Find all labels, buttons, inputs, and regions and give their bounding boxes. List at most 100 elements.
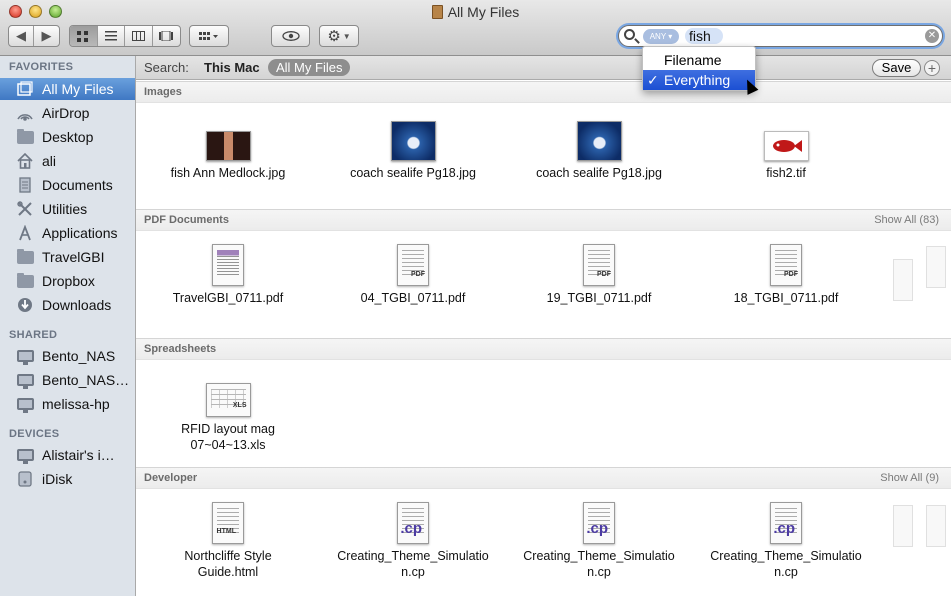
list-view-button[interactable] <box>98 26 125 46</box>
more-developer-stack-icon[interactable] <box>893 505 913 547</box>
file-name: 19_TGBI_0711.pdf <box>546 291 652 305</box>
sidebar-item-label: Dropbox <box>42 273 95 289</box>
more-developer-stack-icon[interactable] <box>926 505 946 547</box>
file-item[interactable]: PDF 18_TGBI_0711.pdf <box>696 244 876 306</box>
pdf-document-icon: PDF <box>583 244 615 286</box>
folder-icon <box>16 272 34 290</box>
cp-badge: .cp <box>773 520 795 537</box>
sidebar-item-label: Utilities <box>42 201 88 217</box>
file-name: coach sealife Pg18.jpg <box>536 166 662 180</box>
display-icon <box>16 347 34 365</box>
sidebar-item-label: iDisk <box>42 471 73 487</box>
file-item[interactable]: HTML Northcliffe Style Guide.html <box>138 502 318 580</box>
sidebar-item-all-my-files[interactable]: All My Files <box>0 78 135 100</box>
search-field[interactable]: ANY ▾ fish ✕ <box>618 25 943 47</box>
sidebar-item-downloads[interactable]: Downloads <box>0 294 135 316</box>
file-item[interactable]: PDF 04_TGBI_0711.pdf <box>323 244 503 306</box>
more-pdf-stack-icon[interactable] <box>893 259 913 301</box>
photo-thumbnail-icon <box>205 131 251 161</box>
file-name-line1: Creating_Theme_Simulatio <box>523 549 675 563</box>
sidebar-item-documents[interactable]: Documents <box>0 174 135 196</box>
sidebar-item-airdrop[interactable]: AirDrop <box>0 102 135 124</box>
sidebar-item-dropbox[interactable]: Dropbox <box>0 270 135 292</box>
file-item[interactable]: .cp Creating_Theme_Simulatio n.cp <box>696 502 876 580</box>
sidebar-item-ali[interactable]: ali <box>0 150 135 172</box>
file-item[interactable]: PDF 19_TGBI_0711.pdf <box>509 244 689 306</box>
file-name: fish Ann Medlock.jpg <box>170 166 286 180</box>
sidebar-item-travelgbi[interactable]: TravelGBI <box>0 246 135 268</box>
clear-search-icon[interactable]: ✕ <box>925 29 939 43</box>
coverflow-view-button[interactable] <box>153 26 180 46</box>
column-view-button[interactable] <box>125 26 153 46</box>
file-item[interactable]: fish Ann Medlock.jpg <box>138 131 318 181</box>
sidebar-item-bento-nas-2[interactable]: Bento_NAS… <box>0 369 135 391</box>
file-item[interactable]: coach sealife Pg18.jpg <box>323 121 503 181</box>
sidebar-item-applications[interactable]: Applications <box>0 222 135 244</box>
sidebar-section-shared: SHARED <box>9 329 58 341</box>
forward-button[interactable]: ▶ <box>34 26 59 46</box>
save-search-button[interactable]: Save <box>872 59 921 77</box>
scope-this-mac[interactable]: This Mac <box>204 60 260 75</box>
sidebar-item-desktop[interactable]: Desktop <box>0 126 135 148</box>
pdf-badge: PDF <box>411 271 425 278</box>
sidebar-item-bento-nas[interactable]: Bento_NAS <box>0 345 135 367</box>
file-item[interactable]: .cp Creating_Theme_Simulatio n.cp <box>323 502 503 580</box>
quick-look-button[interactable] <box>271 25 310 47</box>
cp-document-icon: .cp <box>583 502 615 544</box>
file-name-line2: n.cp <box>774 565 798 579</box>
menu-item-everything[interactable]: ✓ Everything <box>643 70 755 90</box>
section-header-images: Images <box>136 81 951 103</box>
scope-all-my-files[interactable]: All My Files <box>268 59 351 76</box>
pdf-badge: PDF <box>784 271 798 278</box>
arrange-button[interactable] <box>189 25 229 47</box>
back-button[interactable]: ◀ <box>9 26 35 46</box>
chevron-left-icon: ◀ <box>16 28 26 43</box>
pdf-magazine-icon <box>212 244 244 286</box>
display-icon <box>16 446 34 464</box>
file-name-line1: Creating_Theme_Simulatio <box>337 549 489 563</box>
all-files-title-icon <box>431 5 443 19</box>
view-mode-control <box>69 25 181 47</box>
sidebar-section-devices: DEVICES <box>9 428 60 440</box>
icon-view-icon <box>77 30 89 42</box>
column-view-icon <box>131 31 145 41</box>
sidebar-item-melissa-hp[interactable]: melissa-hp <box>0 393 135 415</box>
file-name: fish2.tif <box>766 166 806 180</box>
sidebar-item-utilities[interactable]: Utilities <box>0 198 135 220</box>
icon-view-button[interactable] <box>70 26 98 46</box>
file-item[interactable]: fish2.tif <box>696 131 876 181</box>
show-all-pdf-link[interactable]: Show All (83) <box>874 214 939 226</box>
show-all-developer-link[interactable]: Show All (9) <box>880 472 939 484</box>
home-icon <box>16 152 34 170</box>
window-title-text: All My Files <box>447 4 520 20</box>
sidebar-item-alistairs-imac[interactable]: Alistair's i… <box>0 444 135 466</box>
section-header-developer: Developer Show All (9) <box>136 467 951 489</box>
file-item[interactable]: XLS RFID layout mag 07~04~13.xls <box>138 383 318 453</box>
search-query-token[interactable]: fish <box>685 28 723 44</box>
file-item[interactable]: TravelGBI_0711.pdf <box>138 244 318 306</box>
menu-item-filename[interactable]: Filename <box>643 50 755 70</box>
applications-icon <box>16 224 34 242</box>
shark-photo-thumbnail-icon <box>390 121 436 161</box>
cp-badge: .cp <box>400 520 422 537</box>
downloads-icon <box>16 296 34 314</box>
file-item[interactable]: coach sealife Pg18.jpg <box>509 121 689 181</box>
xls-badge: XLS <box>232 402 247 409</box>
utilities-icon <box>16 200 34 218</box>
html-document-icon: HTML <box>212 502 244 544</box>
documents-icon <box>16 176 34 194</box>
file-item[interactable]: .cp Creating_Theme_Simulatio n.cp <box>509 502 689 580</box>
action-button[interactable]: ⚙ ▼ <box>319 25 359 47</box>
sidebar-item-label: AirDrop <box>42 105 90 121</box>
sidebar-item-label: Applications <box>42 225 118 241</box>
sidebar-item-idisk[interactable]: iDisk <box>0 468 135 490</box>
results-pane: Images fish Ann Medlock.jpg coach sealif… <box>136 81 951 596</box>
pdf-document-icon: PDF <box>397 244 429 286</box>
folder-icon <box>16 128 34 146</box>
more-pdf-stack-icon[interactable] <box>926 246 946 288</box>
scope-label: Search: <box>144 60 189 75</box>
window-toolbar: All My Files ◀ ▶ ⚙ ▼ ANY ▾ fish ✕ <box>0 0 951 56</box>
search-token-any[interactable]: ANY ▾ <box>643 29 679 44</box>
search-icon <box>624 29 635 40</box>
add-criteria-button[interactable]: + <box>924 60 940 76</box>
